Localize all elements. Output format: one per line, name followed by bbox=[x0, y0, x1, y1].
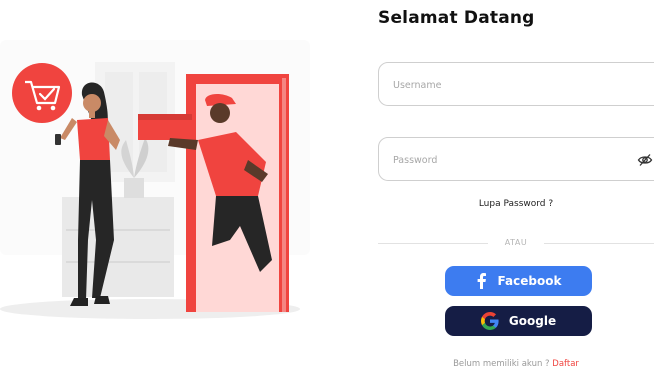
username-input[interactable] bbox=[391, 63, 625, 107]
google-icon bbox=[480, 312, 499, 330]
eye-slash-icon[interactable] bbox=[637, 152, 653, 168]
username-field[interactable] bbox=[378, 62, 654, 107]
delivery-illustration bbox=[0, 0, 330, 369]
plant-pot bbox=[124, 178, 144, 198]
password-field[interactable] bbox=[378, 137, 654, 182]
phone-shape bbox=[55, 134, 61, 145]
facebook-icon bbox=[477, 273, 486, 289]
signup-link[interactable]: Daftar bbox=[552, 359, 579, 369]
divider-text: ATAU bbox=[504, 238, 528, 247]
login-panel: Selamat Datang Lupa Password ? ATAU Face… bbox=[378, 0, 654, 369]
password-input[interactable] bbox=[391, 138, 625, 182]
google-login-button[interactable]: Google bbox=[445, 306, 592, 336]
forgot-password-link[interactable]: Lupa Password ? bbox=[378, 199, 654, 209]
facebook-login-button[interactable]: Facebook bbox=[445, 266, 592, 296]
or-divider: ATAU bbox=[378, 238, 654, 248]
page-title: Selamat Datang bbox=[378, 8, 535, 28]
facebook-label: Facebook bbox=[497, 274, 562, 288]
signup-prompt: Belum memiliki akun ? Daftar bbox=[378, 359, 654, 369]
shopping-cart-check-icon bbox=[12, 63, 72, 123]
courier-delivery-illustration bbox=[0, 40, 310, 319]
signup-prompt-text: Belum memiliki akun ? bbox=[453, 359, 550, 369]
google-label: Google bbox=[508, 314, 557, 328]
